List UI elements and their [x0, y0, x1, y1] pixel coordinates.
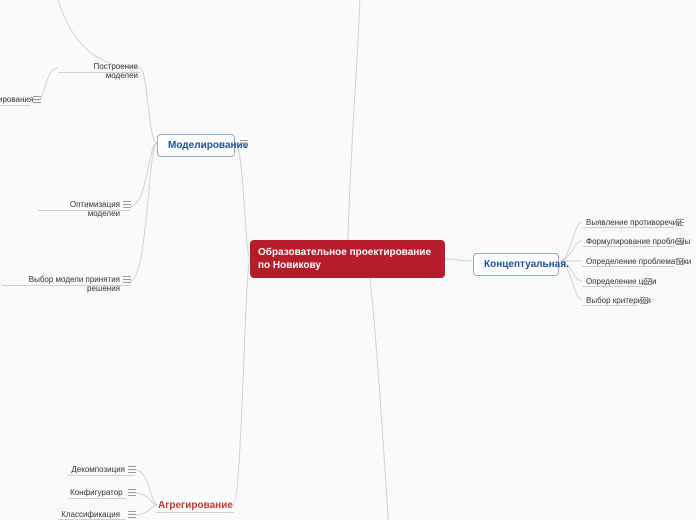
leaf-underline — [582, 286, 642, 287]
notes-icon[interactable] — [644, 278, 654, 286]
leaf-contradictions[interactable]: Выявление противоречий — [586, 218, 682, 227]
leaf-underline — [582, 227, 674, 228]
leaf-underline — [68, 498, 126, 499]
node-conceptual-label: Концептуальная. — [484, 259, 569, 270]
notes-icon[interactable] — [123, 201, 133, 209]
leaf-decomposition-label: Декомпозиция — [71, 465, 125, 474]
leaf-problem[interactable]: Формулирование проблемы — [586, 237, 690, 246]
notes-icon[interactable] — [33, 96, 43, 104]
leaf-underline — [0, 105, 30, 106]
leaf-underline — [156, 512, 234, 513]
leaf-classification-label: Классификация — [61, 510, 120, 519]
leaf-configurator-label: Конфигуратор — [70, 488, 123, 497]
notes-icon[interactable] — [676, 238, 686, 246]
leaf-underline — [582, 266, 674, 267]
leaf-build-models[interactable]: Построение моделей — [60, 62, 138, 80]
node-modeling[interactable]: Моделирование — [157, 134, 235, 157]
leaf-underline — [582, 246, 674, 247]
leaf-underline — [582, 305, 638, 306]
notes-icon[interactable] — [640, 297, 650, 305]
leaf-classification[interactable]: Классификация — [60, 510, 120, 519]
root-title: Образовательное проектирование по Новико… — [258, 246, 437, 272]
leaf-underline — [38, 210, 130, 211]
node-conceptual[interactable]: Концептуальная. — [473, 253, 559, 276]
leaf-decomposition[interactable]: Декомпозиция — [70, 465, 125, 474]
node-aggregation-label: Агрегирование — [158, 500, 233, 511]
leaf-problem-label: Формулирование проблемы — [586, 237, 690, 246]
notes-icon[interactable] — [676, 258, 686, 266]
leaf-partial-top[interactable]: ирования — [0, 95, 33, 104]
leaf-optimize[interactable]: Оптимизация моделей — [40, 200, 120, 218]
leaf-build-models-label: Построение моделей — [93, 62, 138, 80]
notes-icon[interactable] — [128, 489, 138, 497]
root-node[interactable]: Образовательное проектирование по Новико… — [250, 240, 445, 278]
leaf-underline — [2, 285, 130, 286]
leaf-underline — [68, 475, 135, 476]
notes-icon[interactable] — [123, 276, 133, 284]
leaf-optimize-label: Оптимизация моделей — [70, 200, 120, 218]
node-modeling-label: Моделирование — [168, 140, 248, 151]
leaf-configurator[interactable]: Конфигуратор — [70, 488, 120, 497]
notes-icon[interactable] — [676, 219, 686, 227]
leaf-partial-top-label: ирования — [0, 95, 33, 104]
notes-icon[interactable] — [128, 466, 138, 474]
notes-icon[interactable] — [128, 511, 138, 519]
leaf-contradictions-label: Выявление противоречий — [586, 218, 682, 227]
leaf-decision-model-label: Выбор модели принятия решения — [29, 275, 120, 293]
leaf-decision-model[interactable]: Выбор модели принятия решения — [5, 275, 120, 293]
leaf-underline — [58, 72, 140, 73]
notes-icon[interactable] — [240, 140, 250, 148]
